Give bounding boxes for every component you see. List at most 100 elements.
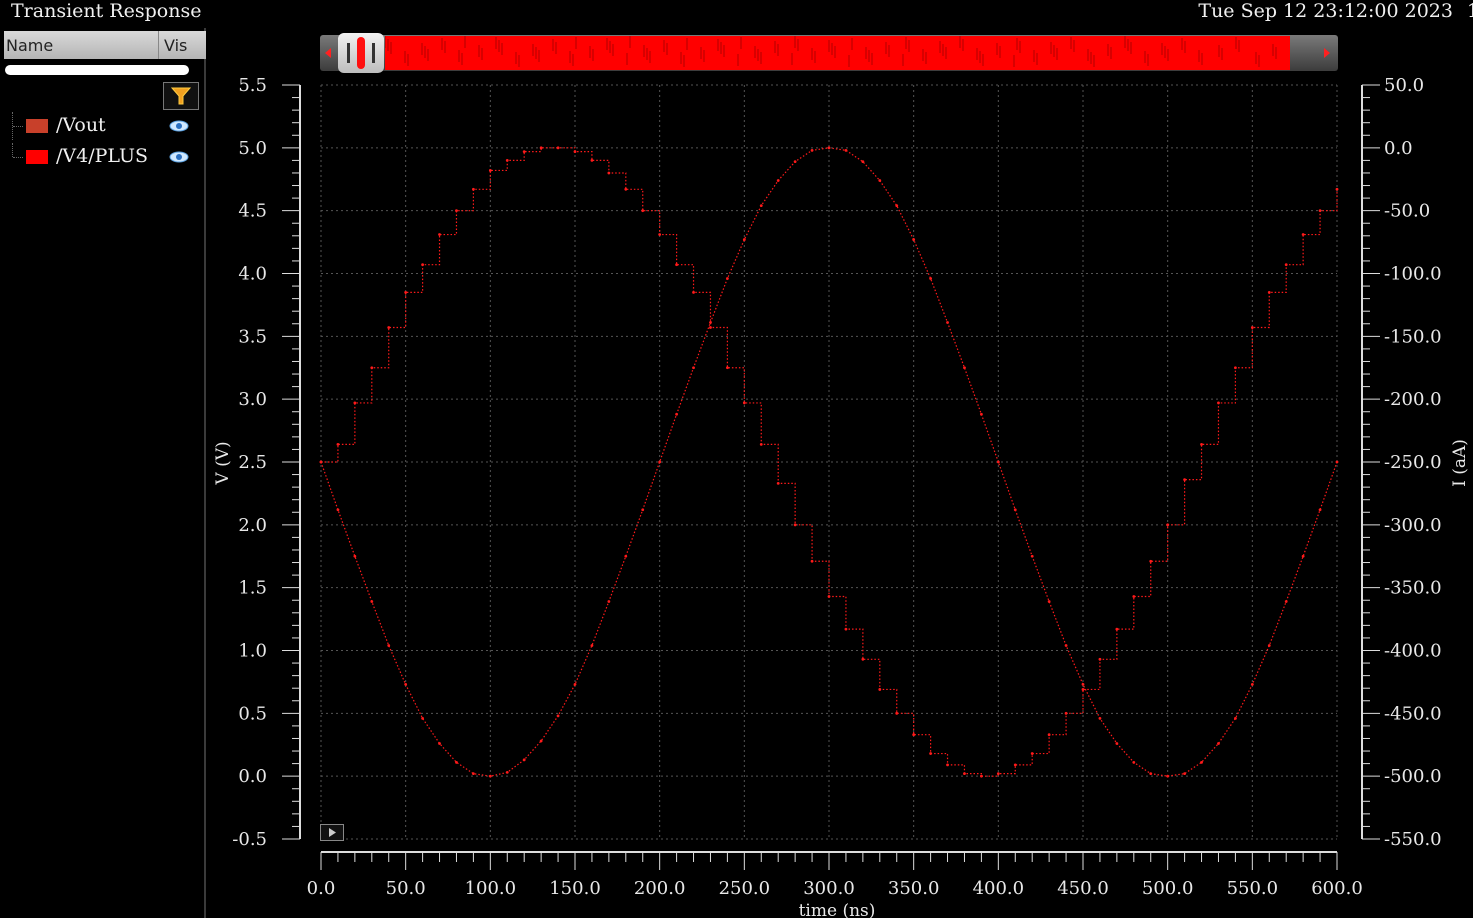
data-point	[726, 366, 729, 370]
data-point	[1335, 460, 1339, 464]
data-point	[895, 204, 899, 208]
y2-axis-label: I (aA)	[1450, 439, 1470, 487]
data-point	[658, 460, 662, 464]
data-point	[353, 401, 357, 405]
data-point	[539, 739, 543, 743]
data-point	[912, 733, 916, 737]
data-point	[472, 187, 475, 191]
y2-tick-label: 50.0	[1384, 75, 1424, 96]
data-point	[1250, 683, 1254, 686]
x-tick-label: 450.0	[1057, 878, 1109, 899]
data-point	[1318, 209, 1322, 213]
data-point	[963, 366, 966, 370]
x-axis-label: time (ns)	[799, 901, 876, 918]
waveform-plot[interactable]: -0.5 0.0 0.5 1.0 1.5 2.0 2.5 3.0 3.5 4.0 4.5 5.0 5.5…	[0, 0, 1473, 918]
data-point	[1234, 366, 1237, 370]
data-point	[336, 508, 340, 512]
data-point	[1183, 772, 1186, 776]
data-point	[709, 321, 712, 324]
data-point	[1318, 508, 1322, 512]
data-point	[776, 481, 780, 485]
data-point	[692, 290, 695, 294]
data-point	[1149, 772, 1153, 776]
play-icon	[329, 828, 336, 837]
x-tick-label: 400.0	[973, 878, 1025, 899]
y-tick-label: 1.0	[238, 641, 267, 662]
data-point	[438, 742, 441, 745]
y-tick-label: 2.0	[238, 515, 267, 536]
data-point	[488, 169, 492, 172]
data-point	[861, 657, 865, 661]
data-point	[522, 758, 526, 762]
x-tick-label: 150.0	[549, 878, 601, 899]
data-point	[488, 774, 492, 778]
data-point	[1081, 683, 1085, 686]
y2-tick-label: 0.0	[1384, 138, 1413, 159]
data-point	[370, 600, 374, 603]
data-point	[1149, 559, 1153, 563]
data-point	[455, 209, 458, 213]
data-point	[387, 326, 391, 329]
data-point	[1183, 478, 1186, 481]
data-point	[1217, 742, 1220, 745]
data-point	[878, 688, 882, 691]
data-point	[1234, 716, 1237, 720]
data-point	[1030, 554, 1034, 558]
x-tick-label: 100.0	[465, 878, 517, 899]
data-point	[1301, 233, 1305, 236]
data-point	[1217, 401, 1220, 405]
y2-tick-label: -500.0	[1384, 766, 1442, 787]
x-tick-label: 550.0	[1227, 878, 1279, 899]
data-point	[404, 290, 408, 294]
x-tick-label: 250.0	[719, 878, 771, 899]
data-point	[759, 443, 763, 446]
data-point	[370, 366, 374, 370]
data-point	[1267, 644, 1271, 647]
y-tick-label: 4.5	[238, 201, 267, 222]
y2-tick-label: -550.0	[1384, 829, 1442, 850]
data-point	[1064, 711, 1068, 715]
data-point	[793, 523, 797, 527]
data-point	[929, 277, 932, 280]
data-point	[438, 233, 441, 236]
data-point	[505, 770, 509, 774]
data-point	[675, 263, 678, 267]
data-point	[1166, 523, 1170, 527]
y-tick-label: 0.0	[238, 766, 267, 787]
data-point	[759, 204, 763, 208]
data-point	[742, 401, 746, 405]
data-point	[1132, 595, 1136, 598]
x-tick-label: 50.0	[386, 878, 426, 899]
data-point	[996, 460, 1000, 464]
y-tick-label: 4.0	[238, 264, 267, 285]
data-point	[556, 146, 560, 150]
data-point	[1200, 443, 1203, 446]
y2-tick-label: -50.0	[1384, 201, 1430, 222]
data-point	[1284, 600, 1288, 603]
data-point	[776, 179, 780, 182]
data-point	[1098, 657, 1102, 661]
data-point	[1335, 187, 1339, 191]
data-point	[1132, 760, 1136, 764]
data-point	[827, 146, 831, 150]
data-point	[641, 508, 645, 512]
data-point	[810, 148, 814, 152]
data-point	[1284, 263, 1288, 267]
data-point	[624, 554, 628, 558]
data-point	[929, 752, 932, 755]
data-point	[1030, 752, 1034, 755]
data-point	[1064, 644, 1068, 647]
data-point	[878, 179, 882, 182]
y-tick-label: -0.5	[232, 829, 267, 850]
y-tick-label: 3.5	[238, 326, 267, 347]
y-tick-label: 5.0	[238, 138, 267, 159]
data-point	[421, 263, 424, 267]
play-button[interactable]	[320, 824, 344, 841]
data-point	[980, 412, 983, 416]
y2-tick-label: -150.0	[1384, 326, 1442, 347]
axes: -0.5 0.0 0.5 1.0 1.5 2.0 2.5 3.0 3.5 4.0 4.5 5.0 5.5…	[232, 75, 1441, 899]
data-point	[573, 150, 577, 154]
y-tick-label: 3.0	[238, 389, 267, 410]
data-point	[353, 554, 357, 558]
data-point	[675, 412, 678, 416]
